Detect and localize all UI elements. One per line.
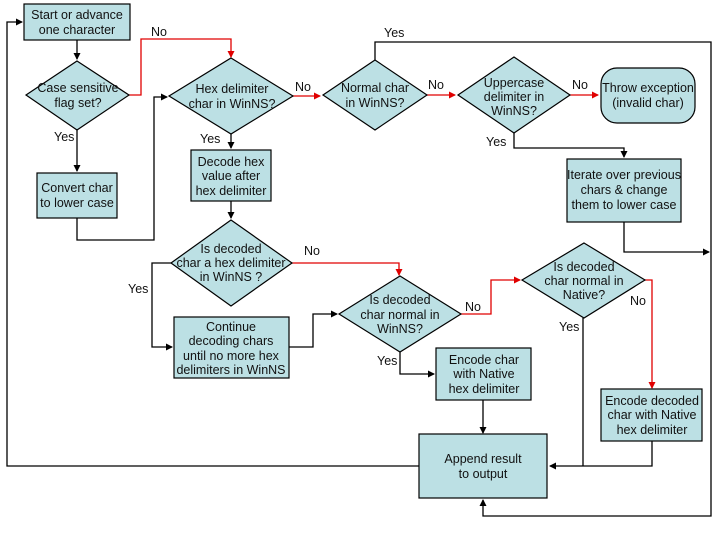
node-continue-decoding: Continue decoding chars until no more he… — [173, 316, 290, 379]
node-dechex-line1: Is decoded — [200, 242, 261, 256]
node-start-line2: one character — [39, 23, 115, 37]
node-iterate-line3: them to lower case — [572, 198, 677, 212]
node-decnative-line1: Is decoded — [553, 260, 614, 274]
node-case-line1: Case sensitive — [37, 81, 118, 95]
node-hex-delimiter: Hex delimiter char in WinNS? — [167, 57, 295, 135]
node-convert-lower: Convert char to lower case — [36, 172, 118, 219]
flowchart: Start or advance one character Case sens… — [6, 3, 712, 517]
edge-dechex-no — [292, 262, 403, 276]
node-start-line1: Start or advance — [31, 8, 123, 22]
node-hex-line1: Hex delimiter — [196, 82, 269, 96]
label-dechex-yes: Yes — [128, 282, 148, 296]
node-decwinns-line1: Is decoded — [369, 293, 430, 307]
node-append-line2: to output — [459, 467, 508, 481]
node-throw-exception: Throw exception (invalid char) — [600, 67, 696, 124]
node-decoded-normal-winns: Is decoded char normal in WinNS? — [337, 275, 463, 353]
label-hex-no: No — [295, 80, 311, 94]
edge-decnative-no — [645, 279, 656, 389]
label-normal-yes: Yes — [384, 26, 404, 40]
node-decode-line2: value after — [202, 169, 260, 183]
label-decwinns-yes: Yes — [377, 354, 397, 368]
label-upper-no: No — [572, 78, 588, 92]
node-encdec-line2: char with Native — [608, 408, 697, 422]
node-encode-decoded-native: Encode decoded char with Native hex deli… — [600, 388, 703, 442]
node-throw-line1: Throw exception — [602, 81, 694, 95]
node-throw-line2: (invalid char) — [612, 96, 684, 110]
node-continue-line3: until no more hex — [183, 349, 280, 363]
edge-continue-to-decwinns — [289, 310, 338, 348]
label-decwinns-no: No — [465, 300, 481, 314]
label-normal-no: No — [428, 78, 444, 92]
node-decoded-hex-delimiter: Is decoded char a hex delimiter in WinNS… — [169, 219, 294, 307]
edge-dechex-yes — [151, 262, 173, 351]
node-encnative-line3: hex delimiter — [449, 382, 520, 396]
node-normal-char: Normal char in WinNS? — [321, 59, 429, 131]
node-start: Start or advance one character — [23, 3, 131, 41]
node-encnative-line1: Encode char — [449, 353, 519, 367]
label-dechex-no: No — [304, 244, 320, 258]
node-iterate-line2: chars & change — [581, 183, 668, 197]
node-convert-line2: to lower case — [40, 196, 114, 210]
node-decwinns-line2: char normal in — [360, 308, 439, 322]
node-upper-line1: Uppercase — [484, 76, 544, 90]
node-encnative-line2: with Native — [452, 367, 514, 381]
node-decode-line3: hex delimiter — [196, 184, 267, 198]
node-uppercase-delimiter: Uppercase delimiter in WinNS? — [456, 56, 572, 134]
node-normal-line2: in WinNS? — [345, 96, 404, 110]
node-continue-line1: Continue — [206, 320, 256, 334]
edge-iterate-to-rail — [623, 222, 710, 256]
node-normal-line1: Normal char — [341, 81, 409, 95]
edge-upper-yes — [513, 133, 628, 158]
node-dechex-line2: char a hex delimiter — [176, 256, 285, 270]
label-hex-yes: Yes — [200, 132, 220, 146]
node-hex-line2: char in WinNS? — [189, 97, 276, 111]
node-decoded-normal-native: Is decoded char normal in Native? — [520, 242, 647, 319]
node-iterate-line1: Iterate over previous — [567, 168, 681, 182]
node-decnative-line3: Native? — [563, 288, 605, 302]
label-upper-yes: Yes — [486, 135, 506, 149]
node-upper-line2: delimiter in — [484, 90, 544, 104]
node-case-line2: flag set? — [54, 96, 101, 110]
node-continue-line4: delimiters in WinNS — [176, 363, 285, 377]
node-append-output: Append result to output — [418, 433, 548, 499]
node-encode-native: Encode char with Native hex delimiter — [435, 347, 532, 401]
node-case-sensitive: Case sensitive flag set? — [24, 60, 131, 131]
node-encdec-line1: Encode decoded — [605, 394, 699, 408]
node-upper-line3: WinNS? — [491, 104, 537, 118]
node-encdec-line3: hex delimiter — [617, 423, 688, 437]
label-decnative-yes: Yes — [559, 320, 579, 334]
node-dechex-line3: in WinNS ? — [200, 270, 263, 284]
edge-decwinns-yes — [399, 352, 435, 378]
edge-encdec-to-append — [549, 441, 653, 470]
node-decode-line1: Decode hex — [198, 155, 265, 169]
node-continue-line2: decoding chars — [189, 334, 274, 348]
node-append-line1: Append result — [444, 452, 522, 466]
label-decnative-no: No — [630, 294, 646, 308]
label-case-no: No — [151, 25, 167, 39]
node-convert-line1: Convert char — [41, 181, 113, 195]
node-iterate-lower: Iterate over previous chars & change the… — [566, 158, 682, 223]
node-decnative-line2: char normal in — [544, 274, 623, 288]
label-case-yes: Yes — [54, 130, 74, 144]
node-decode-hex: Decode hex value after hex delimiter — [190, 149, 272, 202]
node-decwinns-line3: WinNS? — [377, 322, 423, 336]
